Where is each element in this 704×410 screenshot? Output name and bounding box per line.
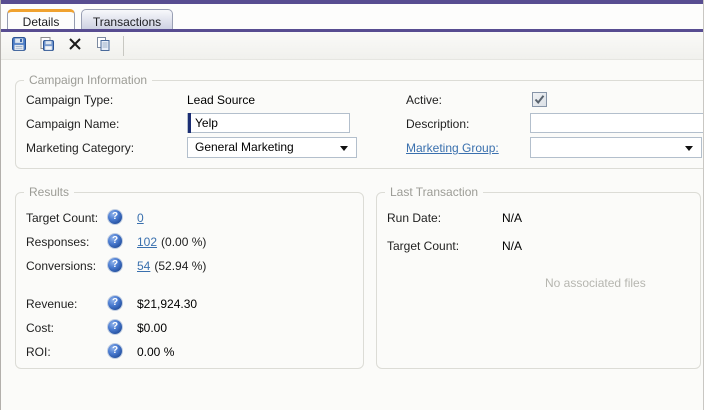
campaign-name-label: Campaign Name:	[26, 117, 119, 131]
description-label: Description:	[406, 117, 469, 131]
campaign-type-label: Campaign Type:	[26, 93, 113, 107]
cost-value: $0.00	[137, 321, 167, 335]
campaign-information-section: Campaign Information Campaign Type: Lead…	[15, 80, 704, 169]
toolbar-separator	[123, 36, 124, 56]
marketing-group-link[interactable]: Marketing Group:	[406, 141, 499, 155]
marketing-category-value: General Marketing	[195, 140, 294, 154]
roi-value: 0.00 %	[137, 345, 174, 359]
responses-suffix: (0.00 %)	[161, 235, 206, 249]
responses-value: 102 (0.00 %)	[137, 235, 206, 249]
marketing-category-label: Marketing Category:	[26, 141, 134, 155]
last-transaction-section: Last Transaction Run Date: N/A Target Co…	[376, 192, 701, 369]
run-date-label: Run Date:	[387, 211, 441, 225]
delete-icon	[67, 36, 83, 55]
description-input[interactable]	[531, 114, 704, 132]
revenue-label: Revenue:	[26, 297, 77, 311]
copy-icon	[95, 36, 111, 55]
responses-link[interactable]: 102	[137, 235, 157, 249]
target-count-value: 0	[137, 211, 148, 225]
campaign-type-value: Lead Source	[187, 93, 255, 107]
marketing-group-dropdown[interactable]	[530, 137, 702, 158]
required-field-marker	[188, 113, 191, 133]
target-count-label: Target Count:	[26, 211, 98, 225]
run-date-value: N/A	[502, 211, 522, 225]
campaign-details-window: Details Transactions	[0, 0, 704, 410]
save-icon	[11, 36, 27, 55]
lt-target-count-value: N/A	[502, 239, 522, 253]
conversions-suffix: (52.94 %)	[154, 259, 206, 273]
check-icon	[533, 93, 546, 106]
target-count-link[interactable]: 0	[137, 211, 144, 225]
campaign-information-legend: Campaign Information	[24, 73, 152, 87]
conversions-link[interactable]: 54	[137, 259, 150, 273]
results-legend: Results	[24, 185, 74, 199]
responses-label: Responses:	[26, 235, 89, 249]
lt-target-count-label: Target Count:	[387, 239, 459, 253]
campaign-name-field-wrap	[187, 113, 350, 133]
help-icon[interactable]	[108, 320, 122, 334]
no-associated-files-message: No associated files	[545, 276, 646, 290]
copy-button[interactable]	[91, 35, 115, 57]
marketing-category-dropdown[interactable]: General Marketing	[187, 137, 357, 158]
help-icon[interactable]	[108, 210, 122, 224]
save-as-button[interactable]	[35, 35, 59, 57]
revenue-value: $21,924.30	[137, 297, 197, 311]
help-icon[interactable]	[108, 258, 122, 272]
help-icon[interactable]	[108, 296, 122, 310]
save-as-icon	[39, 36, 55, 55]
tab-strip: Details Transactions	[1, 4, 704, 29]
save-button[interactable]	[7, 35, 31, 57]
delete-button[interactable]	[63, 35, 87, 57]
roi-label: ROI:	[26, 345, 51, 359]
chevron-down-icon	[340, 146, 348, 151]
toolbar	[1, 32, 704, 60]
conversions-value: 54 (52.94 %)	[137, 259, 206, 273]
active-checkbox[interactable]	[532, 92, 547, 107]
cost-label: Cost:	[26, 321, 54, 335]
results-section: Results Target Count: 0 Responses: 102(0…	[15, 192, 364, 369]
chevron-down-icon	[685, 146, 693, 151]
last-transaction-legend: Last Transaction	[385, 185, 483, 199]
active-label: Active:	[406, 93, 442, 107]
help-icon[interactable]	[108, 344, 122, 358]
description-field-wrap	[530, 113, 704, 133]
help-icon[interactable]	[108, 234, 122, 248]
conversions-label: Conversions:	[26, 259, 96, 273]
campaign-name-input[interactable]	[188, 114, 349, 132]
